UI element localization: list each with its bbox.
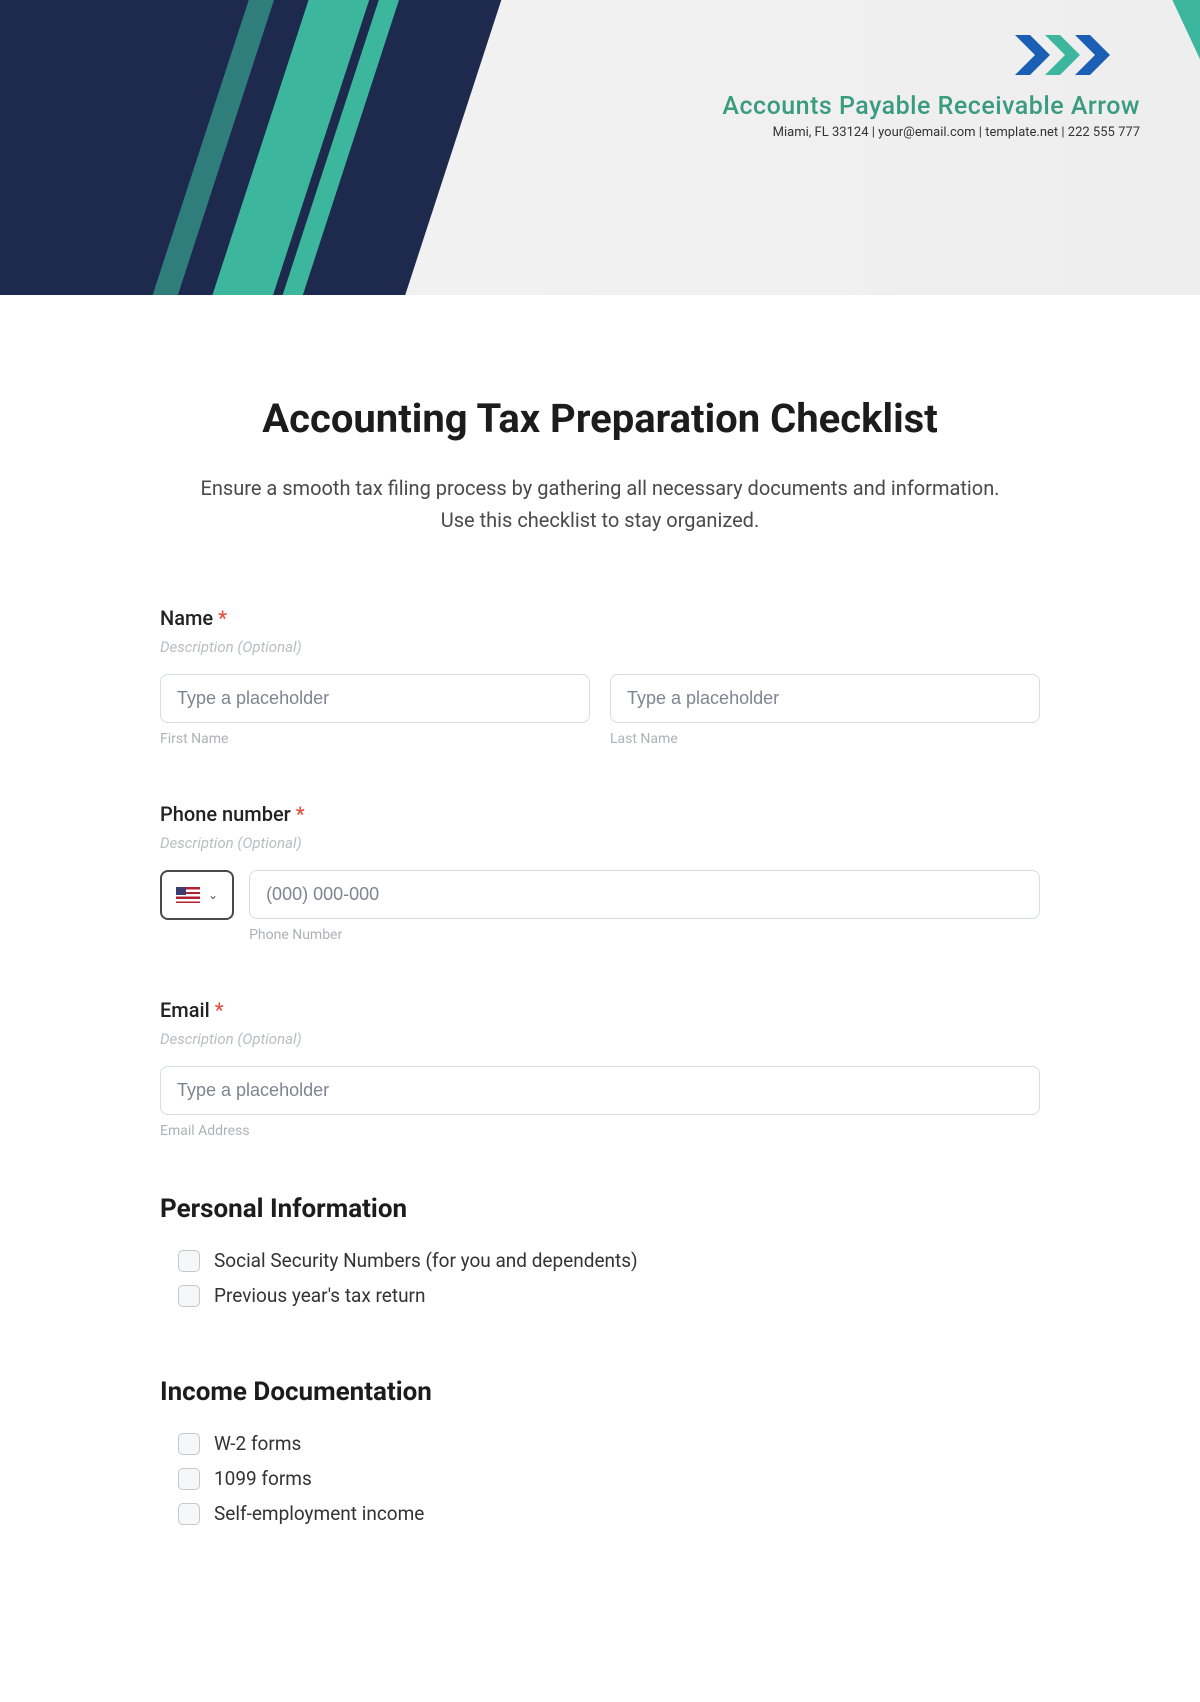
list-item: Social Security Numbers (for you and dep… bbox=[178, 1249, 1040, 1272]
country-code-select[interactable]: ⌄ bbox=[160, 870, 234, 920]
checkbox-ssn[interactable] bbox=[178, 1250, 200, 1272]
checkbox-label: W-2 forms bbox=[214, 1432, 301, 1455]
company-logo-icon bbox=[1010, 30, 1130, 80]
banner-right-stripe bbox=[1158, 0, 1200, 170]
checkbox-label: Previous year's tax return bbox=[214, 1284, 425, 1307]
phone-sublabel: Phone Number bbox=[249, 927, 1040, 943]
personal-info-list: Social Security Numbers (for you and dep… bbox=[160, 1249, 1040, 1307]
list-item: 1099 forms bbox=[178, 1467, 1040, 1490]
personal-info-heading: Personal Information bbox=[160, 1194, 1040, 1224]
checkbox-prev-return[interactable] bbox=[178, 1285, 200, 1307]
list-item: Self-employment income bbox=[178, 1502, 1040, 1525]
name-form-group: Name * Description (Optional) First Name… bbox=[160, 606, 1040, 747]
chevron-down-icon: ⌄ bbox=[208, 888, 218, 902]
required-marker: * bbox=[218, 606, 227, 630]
content-area: Accounting Tax Preparation Checklist Ens… bbox=[120, 295, 1080, 1655]
phone-form-group: Phone number * Description (Optional) ⌄ … bbox=[160, 802, 1040, 943]
phone-label: Phone number * bbox=[160, 802, 1040, 826]
name-description: Description (Optional) bbox=[160, 638, 1040, 656]
checkbox-label: Social Security Numbers (for you and dep… bbox=[214, 1249, 638, 1272]
usa-flag-icon bbox=[176, 887, 200, 903]
last-name-sublabel: Last Name bbox=[610, 731, 1040, 747]
phone-label-text: Phone number bbox=[160, 802, 291, 826]
email-input[interactable] bbox=[160, 1066, 1040, 1115]
required-marker: * bbox=[215, 998, 224, 1022]
first-name-sublabel: First Name bbox=[160, 731, 590, 747]
name-label: Name * bbox=[160, 606, 1040, 630]
list-item: W-2 forms bbox=[178, 1432, 1040, 1455]
income-doc-section: Income Documentation W-2 forms 1099 form… bbox=[160, 1377, 1040, 1525]
checkbox-label: 1099 forms bbox=[214, 1467, 312, 1490]
email-description: Description (Optional) bbox=[160, 1030, 1040, 1048]
header-banner: Accounts Payable Receivable Arrow Miami,… bbox=[0, 0, 1200, 295]
company-name: Accounts Payable Receivable Arrow bbox=[722, 92, 1140, 121]
personal-info-section: Personal Information Social Security Num… bbox=[160, 1194, 1040, 1307]
page-subtitle: Ensure a smooth tax filing process by ga… bbox=[190, 472, 1010, 536]
checkbox-selfemploy[interactable] bbox=[178, 1503, 200, 1525]
checkbox-label: Self-employment income bbox=[214, 1502, 424, 1525]
checkbox-w2[interactable] bbox=[178, 1433, 200, 1455]
income-doc-heading: Income Documentation bbox=[160, 1377, 1040, 1407]
first-name-input[interactable] bbox=[160, 674, 590, 723]
phone-description: Description (Optional) bbox=[160, 834, 1040, 852]
email-label-text: Email bbox=[160, 998, 210, 1022]
last-name-input[interactable] bbox=[610, 674, 1040, 723]
required-marker: * bbox=[296, 802, 305, 826]
checkbox-1099[interactable] bbox=[178, 1468, 200, 1490]
company-block: Accounts Payable Receivable Arrow Miami,… bbox=[722, 30, 1140, 140]
email-label: Email * bbox=[160, 998, 1040, 1022]
company-contact: Miami, FL 33124 | your@email.com | templ… bbox=[722, 125, 1140, 140]
phone-input[interactable] bbox=[249, 870, 1040, 919]
page-title: Accounting Tax Preparation Checklist bbox=[160, 395, 1040, 442]
name-label-text: Name bbox=[160, 606, 213, 630]
income-doc-list: W-2 forms 1099 forms Self-employment inc… bbox=[160, 1432, 1040, 1525]
list-item: Previous year's tax return bbox=[178, 1284, 1040, 1307]
email-form-group: Email * Description (Optional) Email Add… bbox=[160, 998, 1040, 1139]
email-sublabel: Email Address bbox=[160, 1123, 1040, 1139]
